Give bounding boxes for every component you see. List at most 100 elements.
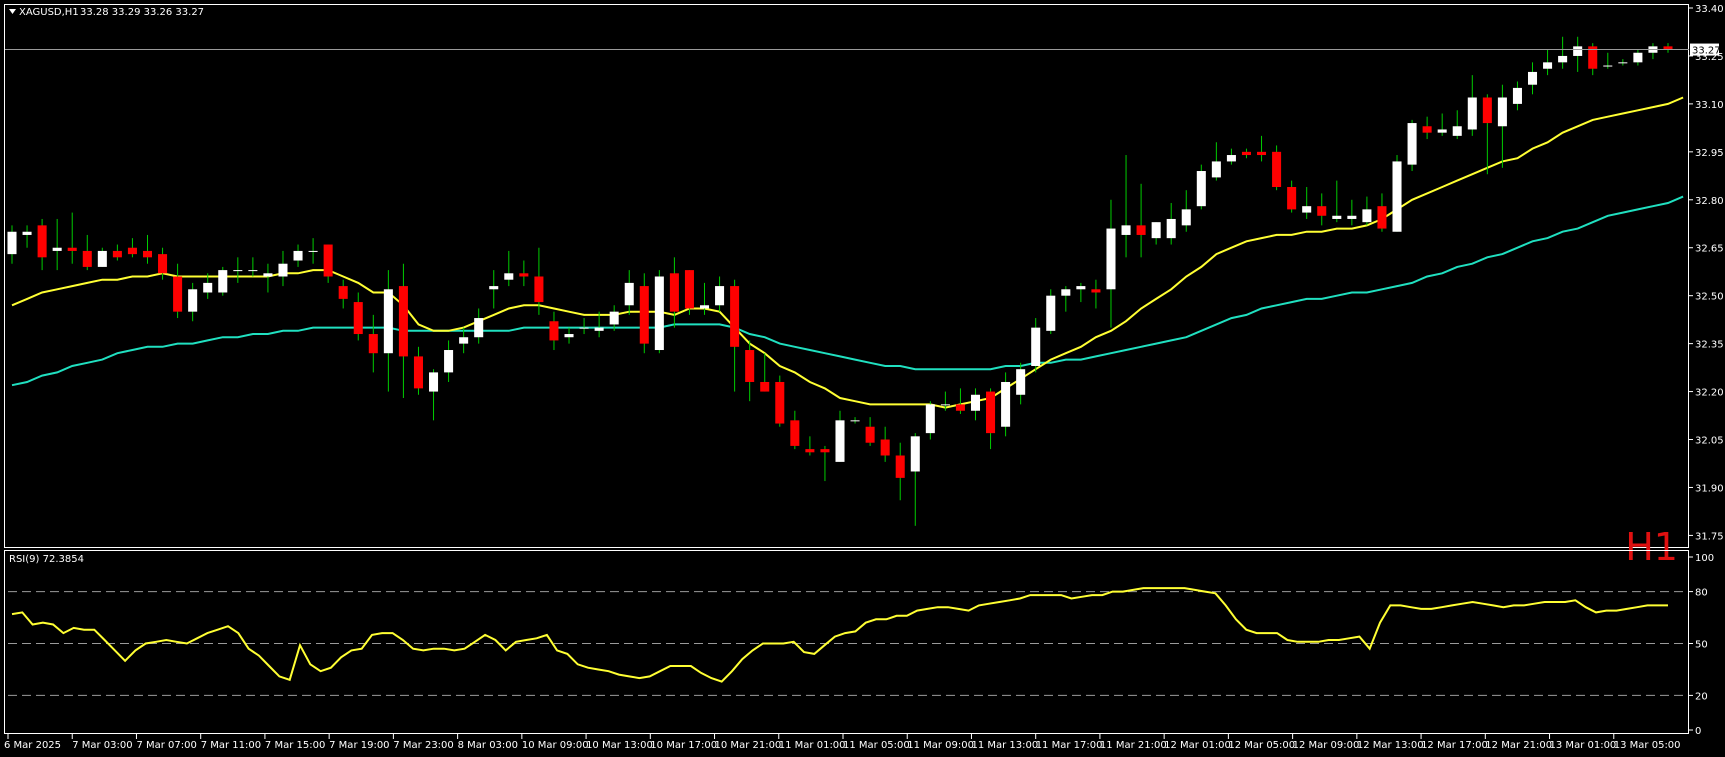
time-tick-label: 11 Mar 09:00 — [907, 740, 974, 751]
time-tick-label: 8 Mar 03:00 — [458, 740, 518, 751]
bear-candle-body — [534, 276, 544, 303]
rsi-tick-label: 50 — [1695, 640, 1708, 651]
bear-candle-body — [865, 426, 875, 443]
symbol-label: XAGUSD,H1 — [19, 7, 79, 18]
bear-candle-body — [173, 276, 183, 312]
bull-candle-body — [1001, 381, 1011, 427]
bull-candle-body — [1512, 87, 1522, 104]
time-tick-label: 12 Mar 17:00 — [1421, 740, 1488, 751]
bull-candle-body — [1362, 209, 1372, 223]
price-tick-label: 32.65 — [1695, 244, 1724, 255]
bull-candle-body — [22, 231, 32, 235]
bull-candle-body — [1527, 71, 1538, 85]
bear-candle-body — [1317, 206, 1327, 216]
bear-candle-body — [805, 449, 815, 453]
bull-candle-body — [1392, 161, 1402, 232]
time-tick-label: 13 Mar 05:00 — [1614, 740, 1681, 751]
bull-candle-body — [1558, 55, 1568, 63]
bear-candle-body — [338, 286, 348, 299]
bull-candle-body — [1016, 369, 1026, 395]
time-tick-label: 11 Mar 01:00 — [779, 740, 846, 751]
time-tick-label: 12 Mar 05:00 — [1228, 740, 1295, 751]
rsi-tick-label: 0 — [1695, 726, 1701, 737]
bull-candle-body — [624, 282, 634, 306]
bear-candle-body — [353, 302, 363, 335]
bull-candle-body — [308, 250, 318, 252]
bull-candle-body — [444, 350, 454, 373]
candle — [1001, 372, 1011, 437]
bear-candle-body — [82, 250, 92, 267]
bear-candle-body — [112, 250, 122, 258]
candle — [1392, 155, 1402, 232]
price-tick-label: 31.90 — [1695, 483, 1724, 494]
bull-candle-body — [263, 273, 273, 277]
bear-candle-body — [519, 273, 529, 277]
bear-candle-body — [1272, 151, 1282, 187]
time-tick-label: 11 Mar 17:00 — [1036, 740, 1103, 751]
bull-candle-body — [383, 289, 393, 354]
bull-candle-body — [1603, 65, 1613, 67]
price-tick-label: 31.75 — [1695, 531, 1724, 542]
bull-candle-body — [218, 270, 228, 293]
bull-candle-body — [1196, 171, 1206, 207]
chart-canvas: 33.4033.2533.1032.9532.8032.6532.5032.35… — [0, 0, 1725, 757]
time-tick-label: 10 Mar 21:00 — [715, 740, 782, 751]
bull-candle-body — [233, 270, 243, 272]
ohlc-label: 33.28 33.29 33.26 33.27 — [80, 7, 204, 18]
bull-candle-body — [594, 327, 604, 331]
bull-candle-body — [203, 282, 213, 293]
candle — [1407, 119, 1417, 172]
time-tick-label: 7 Mar 23:00 — [393, 740, 453, 751]
price-tick-label: 32.95 — [1695, 148, 1724, 159]
bull-candle-body — [489, 286, 499, 290]
bull-candle-body — [459, 337, 469, 344]
price-tick-label: 33.10 — [1695, 100, 1724, 111]
time-tick-label: 11 Mar 21:00 — [1100, 740, 1167, 751]
bull-candle-body — [1211, 161, 1221, 178]
bull-candle-body — [97, 250, 107, 267]
bull-candle-body — [1618, 62, 1628, 64]
bear-candle-body — [730, 286, 740, 347]
bull-candle-body — [429, 372, 439, 392]
bull-candle-body — [609, 311, 619, 325]
bull-candle-body — [715, 286, 725, 306]
bull-candle-body — [925, 404, 935, 434]
bull-candle-body — [52, 247, 62, 251]
bull-candle-body — [504, 273, 514, 280]
bull-candle-body — [1467, 97, 1477, 130]
price-tick-label: 32.35 — [1695, 340, 1724, 351]
bull-candle-body — [1046, 295, 1056, 331]
bear-candle-body — [790, 420, 800, 446]
bull-candle-body — [910, 436, 920, 472]
bear-candle-body — [158, 254, 168, 274]
rsi-tick-label: 100 — [1695, 553, 1714, 564]
bear-candle-body — [398, 286, 408, 357]
bear-candle-body — [684, 270, 694, 309]
bull-candle-body — [1166, 218, 1176, 239]
time-tick-label: 12 Mar 01:00 — [1164, 740, 1231, 751]
bear-candle-body — [895, 455, 905, 478]
bear-candle-body — [1482, 97, 1492, 124]
candle — [1196, 164, 1206, 210]
bull-candle-body — [564, 334, 574, 338]
time-tick-label: 7 Mar 19:00 — [329, 740, 389, 751]
bear-candle-body — [323, 244, 333, 277]
bull-candle-body — [1407, 123, 1417, 165]
price-tick-label: 32.80 — [1695, 196, 1724, 207]
bear-candle-body — [142, 250, 153, 258]
bear-candle-body — [820, 449, 830, 453]
bull-candle-body — [1106, 228, 1116, 290]
time-tick-label: 13 Mar 01:00 — [1550, 740, 1617, 751]
price-tick-label: 32.50 — [1695, 292, 1724, 303]
bear-candle-body — [1377, 206, 1387, 229]
bull-candle-body — [474, 318, 484, 338]
bear-candle-body — [1091, 289, 1101, 293]
bull-candle-body — [1302, 206, 1312, 213]
time-tick-label: 11 Mar 05:00 — [843, 740, 910, 751]
bear-candle-body — [639, 286, 649, 344]
bear-candle-body — [760, 381, 770, 392]
time-tick-label: 6 Mar 2025 — [4, 740, 61, 751]
price-tick-label: 32.05 — [1695, 436, 1724, 447]
timeframe-watermark: H1 — [1625, 525, 1678, 569]
candle — [684, 270, 694, 315]
